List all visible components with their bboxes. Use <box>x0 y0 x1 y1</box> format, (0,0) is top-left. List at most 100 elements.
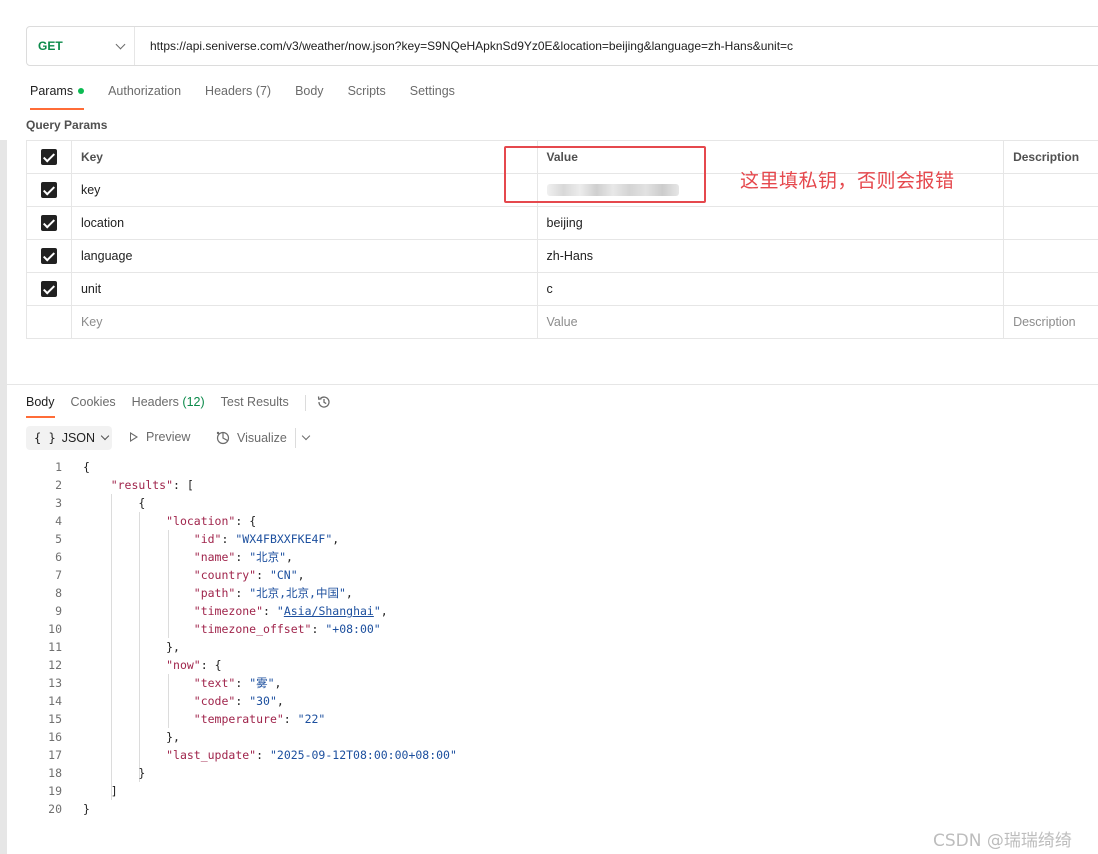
json-key: "path" <box>193 586 236 600</box>
param-value[interactable]: zh-Hans <box>538 240 1005 272</box>
line-number: 10 <box>48 622 62 636</box>
tabs-separator <box>304 395 306 411</box>
tab-scripts-label: Scripts <box>347 84 386 98</box>
param-checkbox[interactable] <box>40 281 57 297</box>
row-checkbox-cell <box>27 207 72 239</box>
json-key: "results" <box>110 478 174 492</box>
code-line: 20} <box>30 800 457 818</box>
timezone-link[interactable]: Asia/Shanghai <box>284 604 374 618</box>
tab-body[interactable]: Body <box>295 84 324 110</box>
visualize-button[interactable]: Visualize <box>215 430 287 446</box>
line-number: 2 <box>55 478 62 492</box>
history-icon[interactable] <box>316 394 332 410</box>
json-value: "30" <box>249 694 277 708</box>
code-line: 16 }, <box>30 728 457 746</box>
braces-icon: { } <box>34 431 56 445</box>
param-description[interactable] <box>1004 207 1098 239</box>
format-label: JSON <box>61 431 96 445</box>
param-key[interactable]: key <box>72 174 538 206</box>
response-body-code[interactable]: 1{ 2 "results": [ 3 { 4 "location": { 5 … <box>30 458 457 818</box>
line-number: 3 <box>55 496 62 510</box>
pane-divider[interactable] <box>7 384 1098 385</box>
line-number: 14 <box>48 694 62 708</box>
left-scrollbar[interactable] <box>0 140 7 854</box>
line-number: 18 <box>48 766 62 780</box>
param-key[interactable]: location <box>72 207 538 239</box>
json-value: "CN" <box>269 568 298 582</box>
resp-tab-body-label: Body <box>26 395 55 409</box>
tab-body-label: Body <box>295 84 324 98</box>
watermark: CSDN @瑞瑞绮绮 <box>933 831 1072 851</box>
row-checkbox-cell <box>27 174 72 206</box>
code-line: 6 "name": "北京", <box>30 548 457 566</box>
preview-button[interactable]: Preview <box>130 430 190 444</box>
param-new-row: Key Value Description <box>27 306 1098 339</box>
method-select[interactable]: GET <box>27 27 135 65</box>
param-checkbox[interactable] <box>40 215 57 231</box>
code-line: 11 }, <box>30 638 457 656</box>
line-number: 13 <box>48 676 62 690</box>
resp-tab-cookies-label: Cookies <box>70 395 116 409</box>
code-line: 5 "id": "WX4FBXXFKE4F", <box>30 530 457 548</box>
param-description[interactable] <box>1004 174 1098 206</box>
param-value[interactable]: c <box>538 273 1005 305</box>
param-checkbox[interactable] <box>40 248 57 264</box>
param-description[interactable] <box>1004 273 1098 305</box>
tab-settings[interactable]: Settings <box>410 84 455 110</box>
param-key[interactable]: language <box>72 240 538 272</box>
param-description[interactable] <box>1004 240 1098 272</box>
tab-scripts[interactable]: Scripts <box>348 84 386 110</box>
new-key-input[interactable]: Key <box>72 306 538 338</box>
header-checkbox-cell <box>27 141 72 173</box>
line-number: 11 <box>48 640 62 654</box>
json-key: "code" <box>193 694 236 708</box>
param-value[interactable]: beijing <box>538 207 1005 239</box>
resp-tab-body[interactable]: Body <box>26 395 55 418</box>
code-line: 12 "now": { <box>30 656 457 674</box>
visualize-chevron-down-icon[interactable] <box>301 431 311 441</box>
resp-tab-cookies[interactable]: Cookies <box>71 395 116 416</box>
line-number: 6 <box>55 550 62 564</box>
tab-params[interactable]: Params <box>30 84 85 110</box>
row-checkbox-cell <box>27 273 72 305</box>
json-key: "timezone_offset" <box>193 622 312 636</box>
play-icon <box>130 432 138 442</box>
tab-headers[interactable]: Headers (7) <box>205 84 271 110</box>
line-number: 4 <box>55 514 62 528</box>
line-number: 1 <box>55 460 62 474</box>
param-key[interactable]: unit <box>72 273 538 305</box>
json-key: "temperature" <box>193 712 284 726</box>
code-line: 15 "temperature": "22" <box>30 710 457 728</box>
url-input[interactable]: https://api.seniverse.com/v3/weather/now… <box>135 39 793 53</box>
json-key: "timezone" <box>193 604 264 618</box>
json-value: "+08:00" <box>325 622 381 636</box>
tab-authorization[interactable]: Authorization <box>108 84 181 110</box>
line-number: 9 <box>55 604 62 618</box>
select-all-checkbox[interactable] <box>40 149 57 165</box>
json-key: "last_update" <box>166 748 257 762</box>
code-line: 13 "text": "雾", <box>30 674 457 692</box>
preview-label: Preview <box>146 430 191 444</box>
code-line: 4 "location": { <box>30 512 457 530</box>
json-key: "now" <box>166 658 201 672</box>
new-row-checkbox-cell <box>27 306 72 338</box>
code-line: 14 "code": "30", <box>30 692 457 710</box>
json-value: "雾" <box>249 676 275 690</box>
resp-tab-test-results[interactable]: Test Results <box>221 395 289 416</box>
new-description-input[interactable]: Description <box>1004 306 1098 338</box>
json-value: "北京" <box>249 550 287 564</box>
json-quote: " <box>373 604 381 618</box>
param-checkbox[interactable] <box>40 182 57 198</box>
annotation-highlight-box <box>504 146 706 203</box>
tab-authorization-label: Authorization <box>108 84 182 98</box>
new-value-input[interactable]: Value <box>538 306 1005 338</box>
format-json-dropdown[interactable]: { } JSON <box>26 426 112 450</box>
code-line: 7 "country": "CN", <box>30 566 457 584</box>
code-line: 10 "timezone_offset": "+08:00" <box>30 620 457 638</box>
code-line: 19 ] <box>30 782 457 800</box>
code-line: 18 } <box>30 764 457 782</box>
visualize-icon <box>216 431 230 445</box>
param-row: location beijing <box>27 207 1098 240</box>
resp-tab-headers[interactable]: Headers (12) <box>132 395 205 416</box>
json-value: "2025-09-12T08:00:00+08:00" <box>269 748 457 762</box>
